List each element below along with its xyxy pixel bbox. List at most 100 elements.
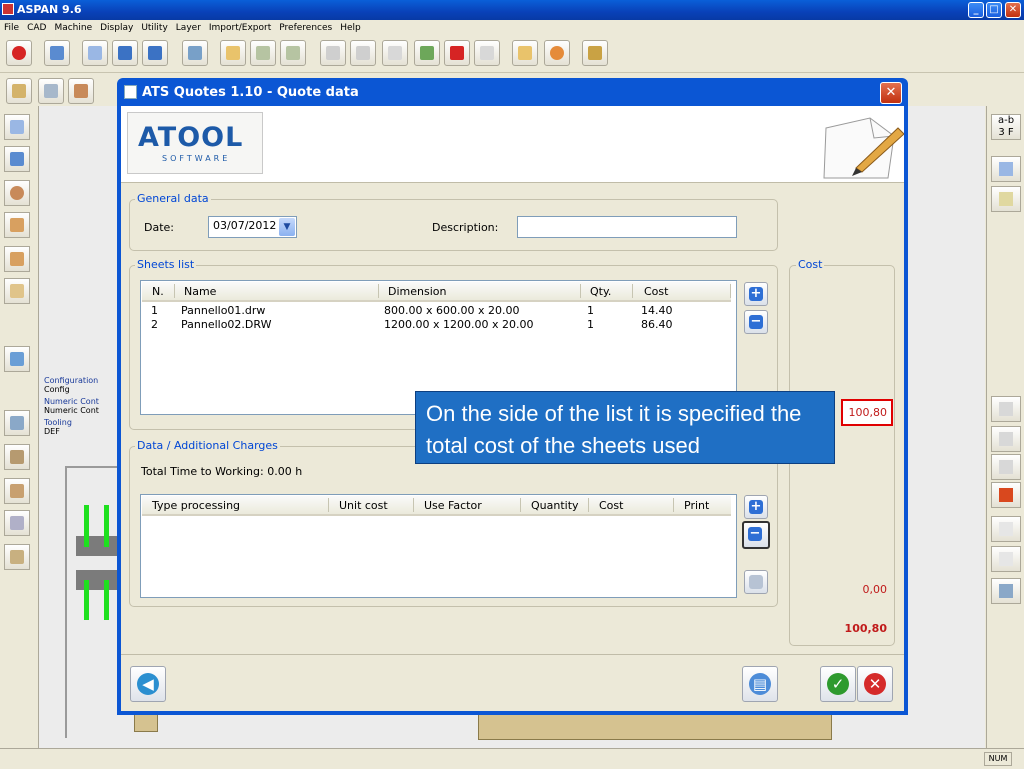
binary-ok-button[interactable] bbox=[414, 40, 440, 66]
tool-panel-button[interactable] bbox=[4, 510, 30, 536]
left-toolstrip bbox=[0, 106, 39, 748]
tool-text-button[interactable] bbox=[4, 146, 30, 172]
view-solid-button[interactable] bbox=[991, 482, 1021, 508]
panel-button[interactable] bbox=[44, 40, 70, 66]
tree-item-numeric[interactable]: Numeric Cont Numeric Cont bbox=[44, 397, 120, 415]
remove-sheet-button[interactable]: − bbox=[744, 310, 768, 334]
green-marker bbox=[104, 580, 109, 620]
dxf-button[interactable] bbox=[250, 40, 276, 66]
confirm-button[interactable]: ✓ bbox=[820, 666, 856, 702]
col-n[interactable]: N. bbox=[152, 285, 164, 298]
tool-door-button[interactable] bbox=[4, 478, 30, 504]
edit-icon bbox=[518, 46, 532, 60]
power-button[interactable] bbox=[6, 40, 32, 66]
text-style2-button[interactable] bbox=[991, 546, 1021, 572]
col-name[interactable]: Name bbox=[184, 285, 216, 298]
back-button[interactable]: ◀ bbox=[130, 666, 166, 702]
remove-charge-button[interactable]: − bbox=[742, 521, 770, 549]
layers-button[interactable] bbox=[182, 40, 208, 66]
col-cost[interactable]: Cost bbox=[644, 285, 668, 298]
col-print[interactable]: Print bbox=[684, 499, 709, 512]
tool-select-button[interactable] bbox=[4, 212, 30, 238]
grid-icon bbox=[10, 550, 24, 564]
description-input[interactable] bbox=[517, 216, 737, 238]
add-sheet-button[interactable]: + bbox=[744, 282, 768, 306]
nesting-button[interactable] bbox=[68, 78, 94, 104]
col-type-processing[interactable]: Type processing bbox=[152, 499, 240, 512]
manual-button[interactable] bbox=[582, 40, 608, 66]
tool-edit-button[interactable] bbox=[4, 246, 30, 272]
open-button[interactable] bbox=[112, 40, 138, 66]
col-unit-cost[interactable]: Unit cost bbox=[339, 499, 388, 512]
add-charge-button[interactable]: + bbox=[744, 495, 768, 519]
menu-help[interactable]: Help bbox=[336, 22, 365, 34]
chevron-down-icon[interactable]: ▼ bbox=[279, 218, 295, 236]
menu-display[interactable]: Display bbox=[96, 22, 137, 34]
menu-file[interactable]: File bbox=[0, 22, 23, 34]
green-marker bbox=[104, 505, 109, 547]
view-3d-button[interactable] bbox=[991, 396, 1021, 422]
close-app-button[interactable]: ✕ bbox=[1005, 2, 1021, 18]
fraction-button[interactable]: a-b 3 F bbox=[991, 114, 1021, 140]
menu-bar: File CAD Machine Display Utility Layer Import/… bbox=[0, 20, 1024, 36]
tool-frame-button[interactable] bbox=[4, 444, 30, 470]
tool-b-button[interactable] bbox=[350, 40, 376, 66]
disk-icon bbox=[148, 46, 162, 60]
dialog-close-button[interactable]: ✕ bbox=[880, 82, 902, 104]
view-hidden-button[interactable] bbox=[991, 454, 1021, 480]
menu-cad[interactable]: CAD bbox=[23, 22, 50, 34]
sheets-cost-highlight: 100,80 bbox=[841, 399, 893, 426]
binary-button[interactable] bbox=[382, 40, 408, 66]
binary-delete-button[interactable] bbox=[444, 40, 470, 66]
tool-move-button[interactable] bbox=[4, 346, 30, 372]
sheet-button[interactable] bbox=[38, 78, 64, 104]
palette-button[interactable] bbox=[544, 40, 570, 66]
nesting-icon bbox=[74, 84, 88, 98]
edit-drawing-button[interactable] bbox=[220, 40, 246, 66]
date-picker[interactable]: 03/07/2012 ▼ bbox=[208, 216, 297, 238]
menu-import-export[interactable]: Import/Export bbox=[205, 22, 275, 34]
charges-label: Data / Additional Charges bbox=[135, 439, 280, 452]
col-dimension[interactable]: Dimension bbox=[388, 285, 446, 298]
tree-item-tooling[interactable]: Tooling DEF bbox=[44, 418, 120, 436]
view-wire-button[interactable] bbox=[991, 426, 1021, 452]
menu-layer[interactable]: Layer bbox=[172, 22, 205, 34]
menu-machine[interactable]: Machine bbox=[50, 22, 96, 34]
menu-preferences[interactable]: Preferences bbox=[275, 22, 336, 34]
minimize-button[interactable]: _ bbox=[968, 2, 984, 18]
edit-button[interactable] bbox=[512, 40, 538, 66]
table-row[interactable]: 2 Pannello02.DRW 1200.00 x 1200.00 x 20.… bbox=[141, 318, 736, 332]
text-style-button[interactable] bbox=[991, 516, 1021, 542]
dxf-export-button[interactable] bbox=[280, 40, 306, 66]
right-toolstrip: a-b 3 F bbox=[986, 106, 1024, 748]
maximize-button[interactable]: □ bbox=[986, 2, 1002, 18]
layers-icon bbox=[188, 46, 202, 60]
tool-a-button[interactable] bbox=[320, 40, 346, 66]
tool-machining-button[interactable] bbox=[4, 410, 30, 436]
save-button[interactable] bbox=[142, 40, 168, 66]
charges-listview[interactable]: Type processing Unit cost Use Factor Qua… bbox=[140, 494, 737, 598]
canvas-item bbox=[134, 714, 158, 732]
col-quantity[interactable]: Quantity bbox=[531, 499, 579, 512]
binary-x-icon bbox=[450, 46, 464, 60]
notes-button[interactable] bbox=[991, 186, 1021, 212]
table-row[interactable]: 1 Pannello01.drw 800.00 x 600.00 x 20.00… bbox=[141, 304, 736, 318]
tool-drill-button[interactable] bbox=[4, 180, 30, 206]
col-qty[interactable]: Qty. bbox=[590, 285, 611, 298]
tool-draw-button[interactable] bbox=[4, 114, 30, 140]
export-button[interactable] bbox=[991, 578, 1021, 604]
col-use-factor[interactable]: Use Factor bbox=[424, 499, 482, 512]
up-button[interactable] bbox=[82, 40, 108, 66]
tool-sheet-button[interactable] bbox=[4, 278, 30, 304]
properties-button[interactable] bbox=[991, 156, 1021, 182]
help-button[interactable] bbox=[6, 78, 32, 104]
folder-icon bbox=[118, 46, 132, 60]
menu-utility[interactable]: Utility bbox=[137, 22, 171, 34]
tool-grid-button[interactable] bbox=[4, 544, 30, 570]
lst-button[interactable] bbox=[474, 40, 500, 66]
edit-charge-button[interactable] bbox=[744, 570, 768, 594]
print-button[interactable]: ▤ bbox=[742, 666, 778, 702]
tree-item-configuration[interactable]: Configuration Config bbox=[44, 376, 120, 394]
cancel-button[interactable]: ✕ bbox=[857, 666, 893, 702]
col-charge-cost[interactable]: Cost bbox=[599, 499, 623, 512]
